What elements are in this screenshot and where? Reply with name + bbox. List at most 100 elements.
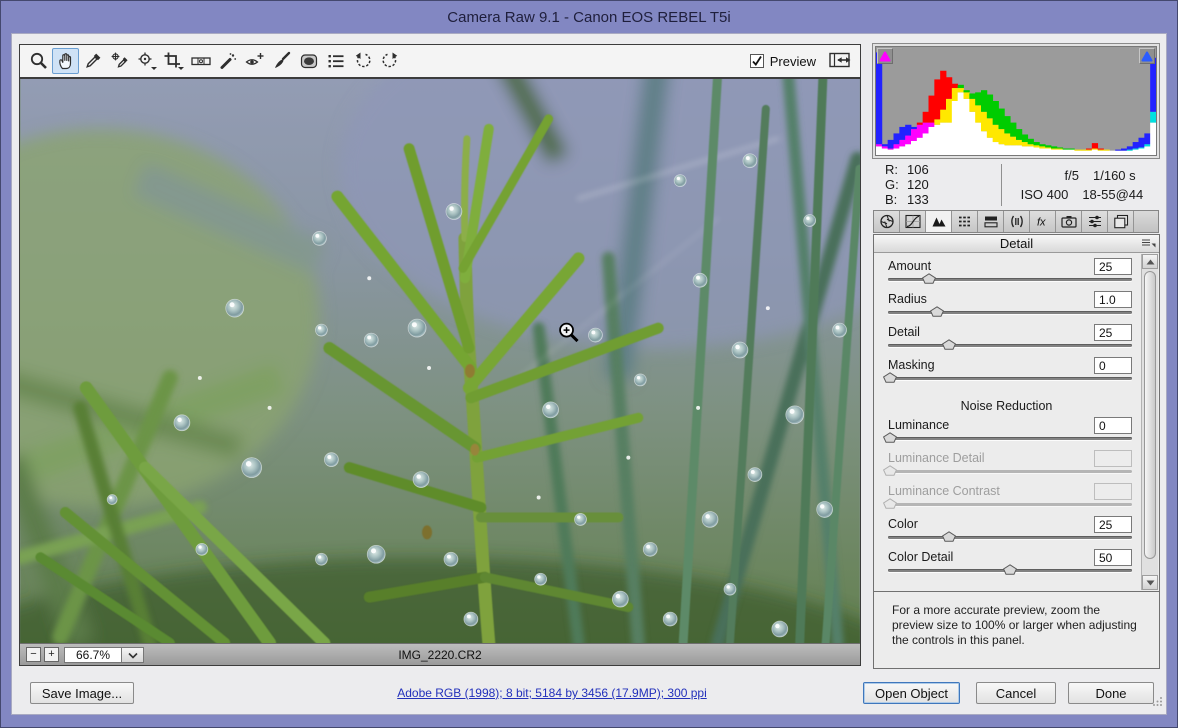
tab-presets[interactable] — [1082, 211, 1108, 232]
aperture-value: f/5 — [1011, 166, 1079, 185]
crop-tool-button[interactable] — [160, 48, 187, 74]
scrollbar-thumb[interactable] — [1144, 271, 1156, 559]
scroll-up-icon — [1146, 259, 1155, 265]
preferences-icon — [326, 51, 346, 71]
zoom-tool-button[interactable] — [25, 48, 52, 74]
preferences-button[interactable] — [322, 48, 349, 74]
slider-label: Luminance Detail — [888, 451, 985, 465]
window-title: Camera Raw 9.1 - Canon EOS REBEL T5i — [447, 9, 730, 26]
rotate-right-button[interactable] — [376, 48, 403, 74]
tab-snapshots[interactable] — [1108, 211, 1134, 232]
workflow-options-link[interactable]: Adobe RGB (1998); 8 bit; 5184 by 3456 (1… — [302, 686, 802, 700]
scroll-up-button[interactable] — [1142, 254, 1158, 269]
open-object-button[interactable]: Open Object — [863, 682, 960, 704]
slider-track[interactable] — [888, 536, 1132, 539]
adjustment-brush-tool-icon — [272, 51, 292, 71]
slider-label: Color — [888, 517, 918, 531]
histogram-plot — [876, 47, 1156, 155]
sliders-area: Amount 25 Radius 1.0 Detail 25 — [874, 253, 1159, 591]
toolbar: Preview — [19, 44, 861, 78]
slider-detail: Detail 25 — [888, 325, 1132, 355]
preview-checkbox[interactable] — [750, 54, 764, 68]
done-button[interactable]: Done — [1068, 682, 1154, 704]
photo-preview[interactable] — [20, 79, 860, 643]
slider-thumb[interactable] — [883, 430, 897, 441]
slider-value-field[interactable]: 0 — [1094, 417, 1132, 434]
slider-value-field — [1094, 450, 1132, 467]
rgb-readout: R:106 G:120 B:133 — [885, 162, 929, 207]
dialog-content: Preview — [11, 33, 1167, 715]
panel-scrollbar[interactable] — [1141, 254, 1158, 590]
svg-text:fx: fx — [1037, 217, 1046, 229]
slider-thumb[interactable] — [1003, 562, 1017, 573]
hand-tool-button[interactable] — [52, 48, 79, 74]
image-info: R:106 G:120 B:133 f/51/160 s ISO 40018-5… — [873, 162, 1159, 208]
basic-icon — [878, 214, 896, 229]
slider-value-field[interactable]: 50 — [1094, 549, 1132, 566]
panel-menu-button[interactable] — [1141, 238, 1156, 249]
slider-thumb[interactable] — [942, 337, 956, 348]
title-bar[interactable]: Camera Raw 9.1 - Canon EOS REBEL T5i — [1, 1, 1177, 33]
color-sampler-tool-icon — [110, 51, 130, 71]
slider-value-field[interactable]: 25 — [1094, 258, 1132, 275]
info-divider — [1001, 164, 1002, 206]
filename-label: IMG_2220.CR2 — [20, 648, 860, 662]
radial-filter-tool-icon — [299, 51, 319, 71]
tab-camera-calibration[interactable] — [1056, 211, 1082, 232]
slider-track[interactable] — [888, 377, 1132, 380]
red-eye-removal-tool-button[interactable] — [241, 48, 268, 74]
slider-label: Detail — [888, 325, 920, 339]
resize-grip[interactable] — [1153, 693, 1163, 711]
slider-value-field[interactable]: 25 — [1094, 324, 1132, 341]
spot-removal-tool-button[interactable] — [214, 48, 241, 74]
color-sampler-tool-button[interactable] — [106, 48, 133, 74]
split-toning-icon — [982, 214, 1000, 229]
slider-track[interactable] — [888, 437, 1132, 440]
shadow-clipping-button[interactable] — [877, 48, 893, 64]
slider-luminance-detail: Luminance Detail — [888, 451, 1132, 481]
b-label: B: — [885, 192, 907, 207]
fullscreen-toggle-button[interactable] — [828, 50, 852, 73]
tab-hsl-grayscale[interactable] — [952, 211, 978, 232]
detail-icon — [930, 214, 948, 229]
targeted-adjustment-tool-icon — [136, 51, 158, 71]
straighten-tool-button[interactable] — [187, 48, 214, 74]
targeted-adjustment-tool-button[interactable] — [133, 48, 160, 74]
slider-value-field[interactable]: 25 — [1094, 516, 1132, 533]
g-label: G: — [885, 177, 907, 192]
effects-fx-icon: fx — [1034, 214, 1052, 229]
slider-luminance: Luminance 0 — [888, 418, 1132, 448]
lens-corrections-icon — [1008, 214, 1026, 229]
white-balance-tool-button[interactable] — [79, 48, 106, 74]
tab-tone-curve[interactable] — [900, 211, 926, 232]
histogram — [873, 44, 1159, 158]
scroll-down-button[interactable] — [1142, 575, 1158, 590]
tab-detail[interactable] — [926, 211, 952, 232]
slider-thumb[interactable] — [922, 271, 936, 282]
tab-lens-corrections[interactable] — [1004, 211, 1030, 232]
rotate-left-button[interactable] — [349, 48, 376, 74]
highlight-clipping-icon — [1140, 50, 1154, 63]
check-icon — [751, 55, 763, 67]
adjustment-brush-tool-button[interactable] — [268, 48, 295, 74]
highlight-clipping-button[interactable] — [1139, 48, 1155, 64]
slider-thumb[interactable] — [930, 304, 944, 315]
save-image-button[interactable]: Save Image... — [30, 682, 134, 704]
slider-value-field[interactable]: 0 — [1094, 357, 1132, 374]
red-eye-removal-tool-icon — [244, 51, 266, 71]
slider-track — [888, 470, 1132, 473]
noise-reduction-header: Noise Reduction — [874, 399, 1139, 413]
radial-filter-tool-button[interactable] — [295, 48, 322, 74]
slider-track[interactable] — [888, 344, 1132, 347]
tab-split-toning[interactable] — [978, 211, 1004, 232]
slider-value-field[interactable]: 1.0 — [1094, 291, 1132, 308]
tab-basic[interactable] — [874, 211, 900, 232]
cancel-button[interactable]: Cancel — [976, 682, 1056, 704]
hand-tool-icon — [56, 51, 76, 71]
slider-color-detail: Color Detail 50 — [888, 550, 1132, 580]
tone-curve-icon — [904, 214, 922, 229]
tab-effects[interactable]: fx — [1030, 211, 1056, 232]
slider-thumb[interactable] — [883, 370, 897, 381]
slider-thumb[interactable] — [942, 529, 956, 540]
slider-track[interactable] — [888, 311, 1132, 314]
